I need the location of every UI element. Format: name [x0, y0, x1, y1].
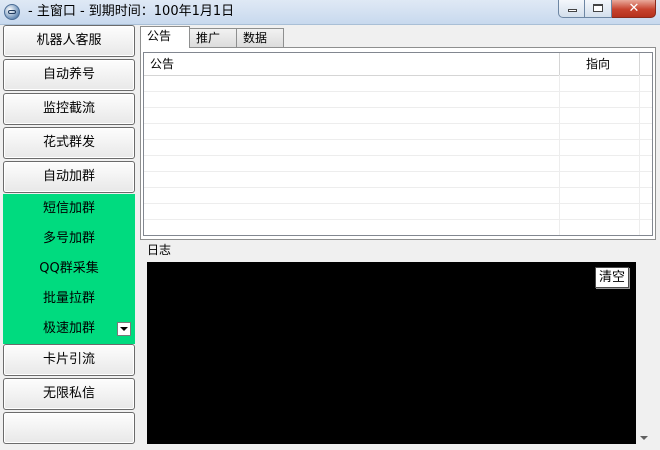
nav-card-traffic-button[interactable]: 卡片引流 — [3, 344, 135, 376]
close-button[interactable]: ✕ — [612, 0, 656, 18]
app-icon — [4, 4, 20, 20]
grid-row-line — [144, 203, 652, 204]
grid-row-line — [144, 123, 652, 124]
list-header: 公告 指向 — [144, 53, 652, 76]
grid-row-line — [144, 139, 652, 140]
minimize-button[interactable] — [558, 0, 585, 18]
nav-auto-nurture-button[interactable]: 自动养号 — [3, 59, 135, 91]
column-header-announcement[interactable]: 公告 — [144, 53, 560, 75]
grid-row-line — [144, 219, 652, 220]
column-header-target[interactable]: 指向 — [560, 53, 640, 75]
log-output[interactable] — [147, 262, 636, 444]
grid-row-line — [144, 171, 652, 172]
main-window: - 主窗口 - 到期时间：100年1月1日 ✕ 机器人客服 自动养号 监控截流 … — [0, 0, 660, 450]
window-title: - 主窗口 - 到期时间：100年1月1日 — [28, 4, 235, 19]
nav-robot-service-button[interactable]: 机器人客服 — [3, 25, 135, 57]
grid-row-line — [144, 91, 652, 92]
title-bar[interactable]: - 主窗口 - 到期时间：100年1月1日 ✕ — [0, 0, 660, 25]
scroll-down-icon[interactable] — [640, 436, 648, 440]
nav-auto-join-button[interactable]: 自动加群 — [3, 161, 135, 193]
grid-row-line — [144, 107, 652, 108]
submenu-item-qq-collect[interactable]: QQ群采集 — [3, 254, 135, 284]
grid-row-line — [144, 187, 652, 188]
window-controls: ✕ — [558, 0, 656, 19]
submenu-item-multi-join[interactable]: 多号加群 — [3, 224, 135, 254]
nav-monitor-button[interactable]: 监控截流 — [3, 93, 135, 125]
announcement-list[interactable]: 公告 指向 — [143, 52, 653, 236]
minimize-icon — [568, 9, 577, 12]
nav-bulk-send-button[interactable]: 花式群发 — [3, 127, 135, 159]
close-icon: ✕ — [628, 1, 640, 16]
log-label: 日志 — [147, 243, 172, 257]
nav-empty-button[interactable] — [3, 412, 135, 444]
tab-promotion[interactable]: 推广 — [189, 28, 237, 47]
maximize-icon — [593, 4, 603, 12]
auto-join-submenu: 短信加群 多号加群 QQ群采集 批量拉群 极速加群 — [3, 194, 135, 344]
submenu-item-bulk-pull[interactable]: 批量拉群 — [3, 284, 135, 314]
submenu-scroll-down-icon[interactable] — [117, 322, 131, 336]
maximize-button[interactable] — [585, 0, 612, 18]
clear-log-button[interactable]: 清空 — [595, 267, 629, 288]
nav-unlimited-dm-button[interactable]: 无限私信 — [3, 378, 135, 410]
tab-announcement[interactable]: 公告 — [140, 26, 190, 48]
submenu-item-sms-join[interactable]: 短信加群 — [3, 194, 135, 224]
log-scrollbar[interactable] — [636, 262, 653, 444]
submenu-item-fast-join[interactable]: 极速加群 — [3, 314, 135, 344]
grid-row-line — [144, 155, 652, 156]
tab-data[interactable]: 数据 — [236, 28, 284, 47]
